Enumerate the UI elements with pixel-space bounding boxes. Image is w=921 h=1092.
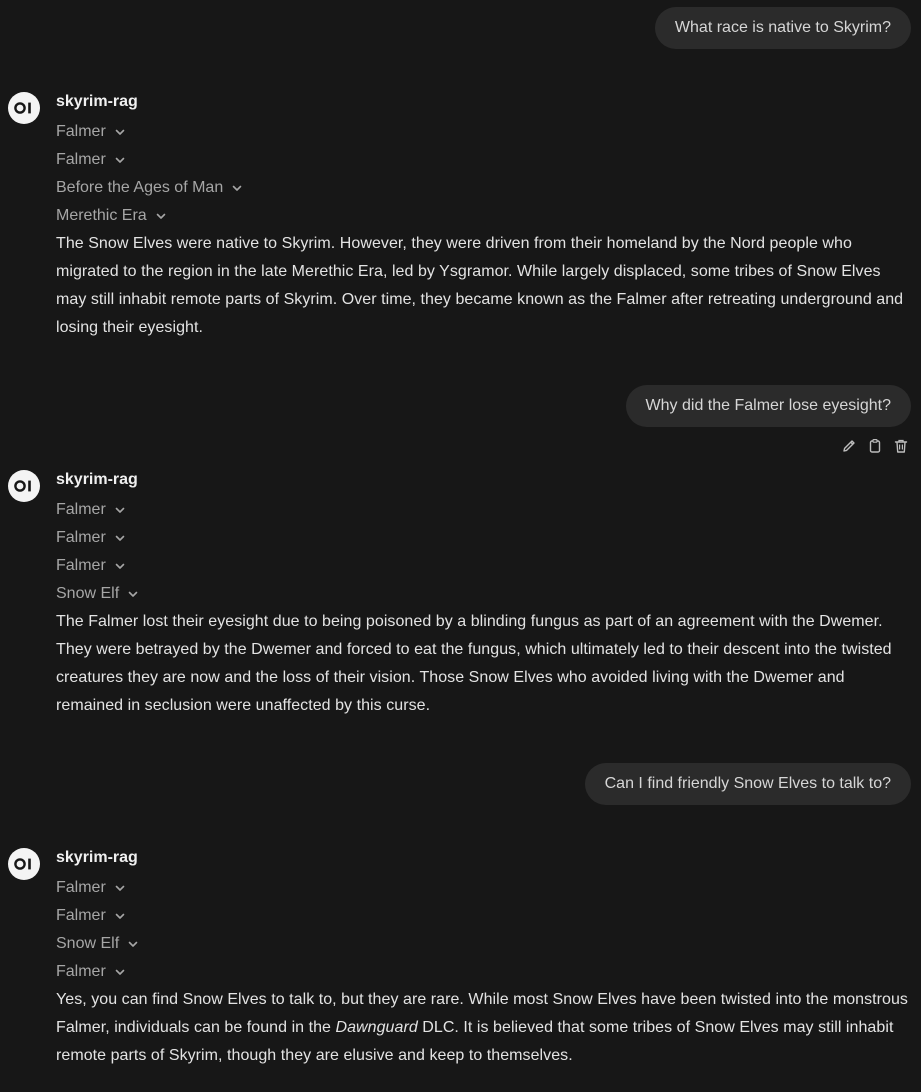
user-message-bubble: Why did the Falmer lose eyesight? (625, 385, 911, 427)
source-label: Falmer (56, 151, 106, 168)
source-citation[interactable]: Falmer (56, 958, 126, 986)
source-citation[interactable]: Falmer (56, 496, 126, 524)
source-label: Snow Elf (56, 585, 120, 602)
assistant-answer: The Snow Elves were native to Skyrim. Ho… (56, 235, 904, 336)
model-avatar (8, 470, 40, 502)
source-label: Falmer (56, 123, 106, 140)
openwebui-logo-icon (14, 102, 31, 114)
model-name: skyrim-rag (56, 471, 138, 488)
source-label: Falmer (56, 529, 106, 546)
assistant-message: skyrim-rag Falmer Falmer Falmer Snow Elf… (8, 470, 909, 720)
clipboard-icon[interactable] (867, 438, 883, 454)
chevron-down-icon (114, 560, 126, 572)
user-message: Why did the Falmer lose eyesight? (625, 385, 911, 454)
chevron-down-icon (231, 182, 243, 194)
chevron-down-icon (114, 504, 126, 516)
openwebui-logo-icon (14, 480, 31, 492)
source-citation[interactable]: Falmer (56, 552, 126, 580)
source-citation[interactable]: Falmer (56, 902, 126, 930)
user-message: What race is native to Skyrim? (654, 7, 911, 49)
chevron-down-icon (127, 588, 139, 600)
source-label: Falmer (56, 879, 106, 896)
source-citation[interactable]: Falmer (56, 874, 126, 902)
assistant-message: skyrim-rag Falmer Falmer Snow Elf Falmer… (8, 848, 909, 1070)
chevron-down-icon (114, 882, 126, 894)
assistant-answer: The Falmer lost their eyesight due to be… (56, 613, 892, 714)
source-citation[interactable]: Before the Ages of Man (56, 174, 243, 202)
source-label: Merethic Era (56, 207, 147, 224)
chevron-down-icon (127, 938, 139, 950)
model-name: skyrim-rag (56, 93, 138, 110)
chevron-down-icon (114, 126, 126, 138)
source-citation[interactable]: Falmer (56, 524, 126, 552)
user-message-bubble: What race is native to Skyrim? (654, 7, 911, 49)
assistant-message: skyrim-rag Falmer Falmer Before the Ages… (8, 92, 909, 342)
answer-emphasis: Dawnguard (335, 1019, 418, 1036)
chevron-down-icon (114, 532, 126, 544)
user-message-bubble: Can I find friendly Snow Elves to talk t… (584, 763, 911, 805)
pencil-icon[interactable] (841, 438, 857, 454)
model-name: skyrim-rag (56, 849, 138, 866)
model-avatar (8, 92, 40, 124)
chevron-down-icon (114, 154, 126, 166)
message-actions (841, 438, 909, 454)
user-message: Can I find friendly Snow Elves to talk t… (584, 763, 911, 805)
assistant-answer: Yes, you can find Snow Elves to talk to,… (56, 986, 909, 1070)
chevron-down-icon (114, 966, 126, 978)
openwebui-logo-icon (14, 858, 31, 870)
chevron-down-icon (155, 210, 167, 222)
source-label: Snow Elf (56, 935, 120, 952)
chevron-down-icon (114, 910, 126, 922)
source-citation[interactable]: Merethic Era (56, 202, 167, 230)
source-citation[interactable]: Falmer (56, 146, 126, 174)
source-label: Falmer (56, 501, 106, 518)
source-label: Before the Ages of Man (56, 179, 224, 196)
model-avatar (8, 848, 40, 880)
source-citation[interactable]: Snow Elf (56, 930, 139, 958)
trash-icon[interactable] (893, 438, 909, 454)
source-label: Falmer (56, 557, 106, 574)
source-label: Falmer (56, 907, 106, 924)
source-label: Falmer (56, 963, 106, 980)
source-citation[interactable]: Snow Elf (56, 580, 139, 608)
source-citation[interactable]: Falmer (56, 118, 126, 146)
